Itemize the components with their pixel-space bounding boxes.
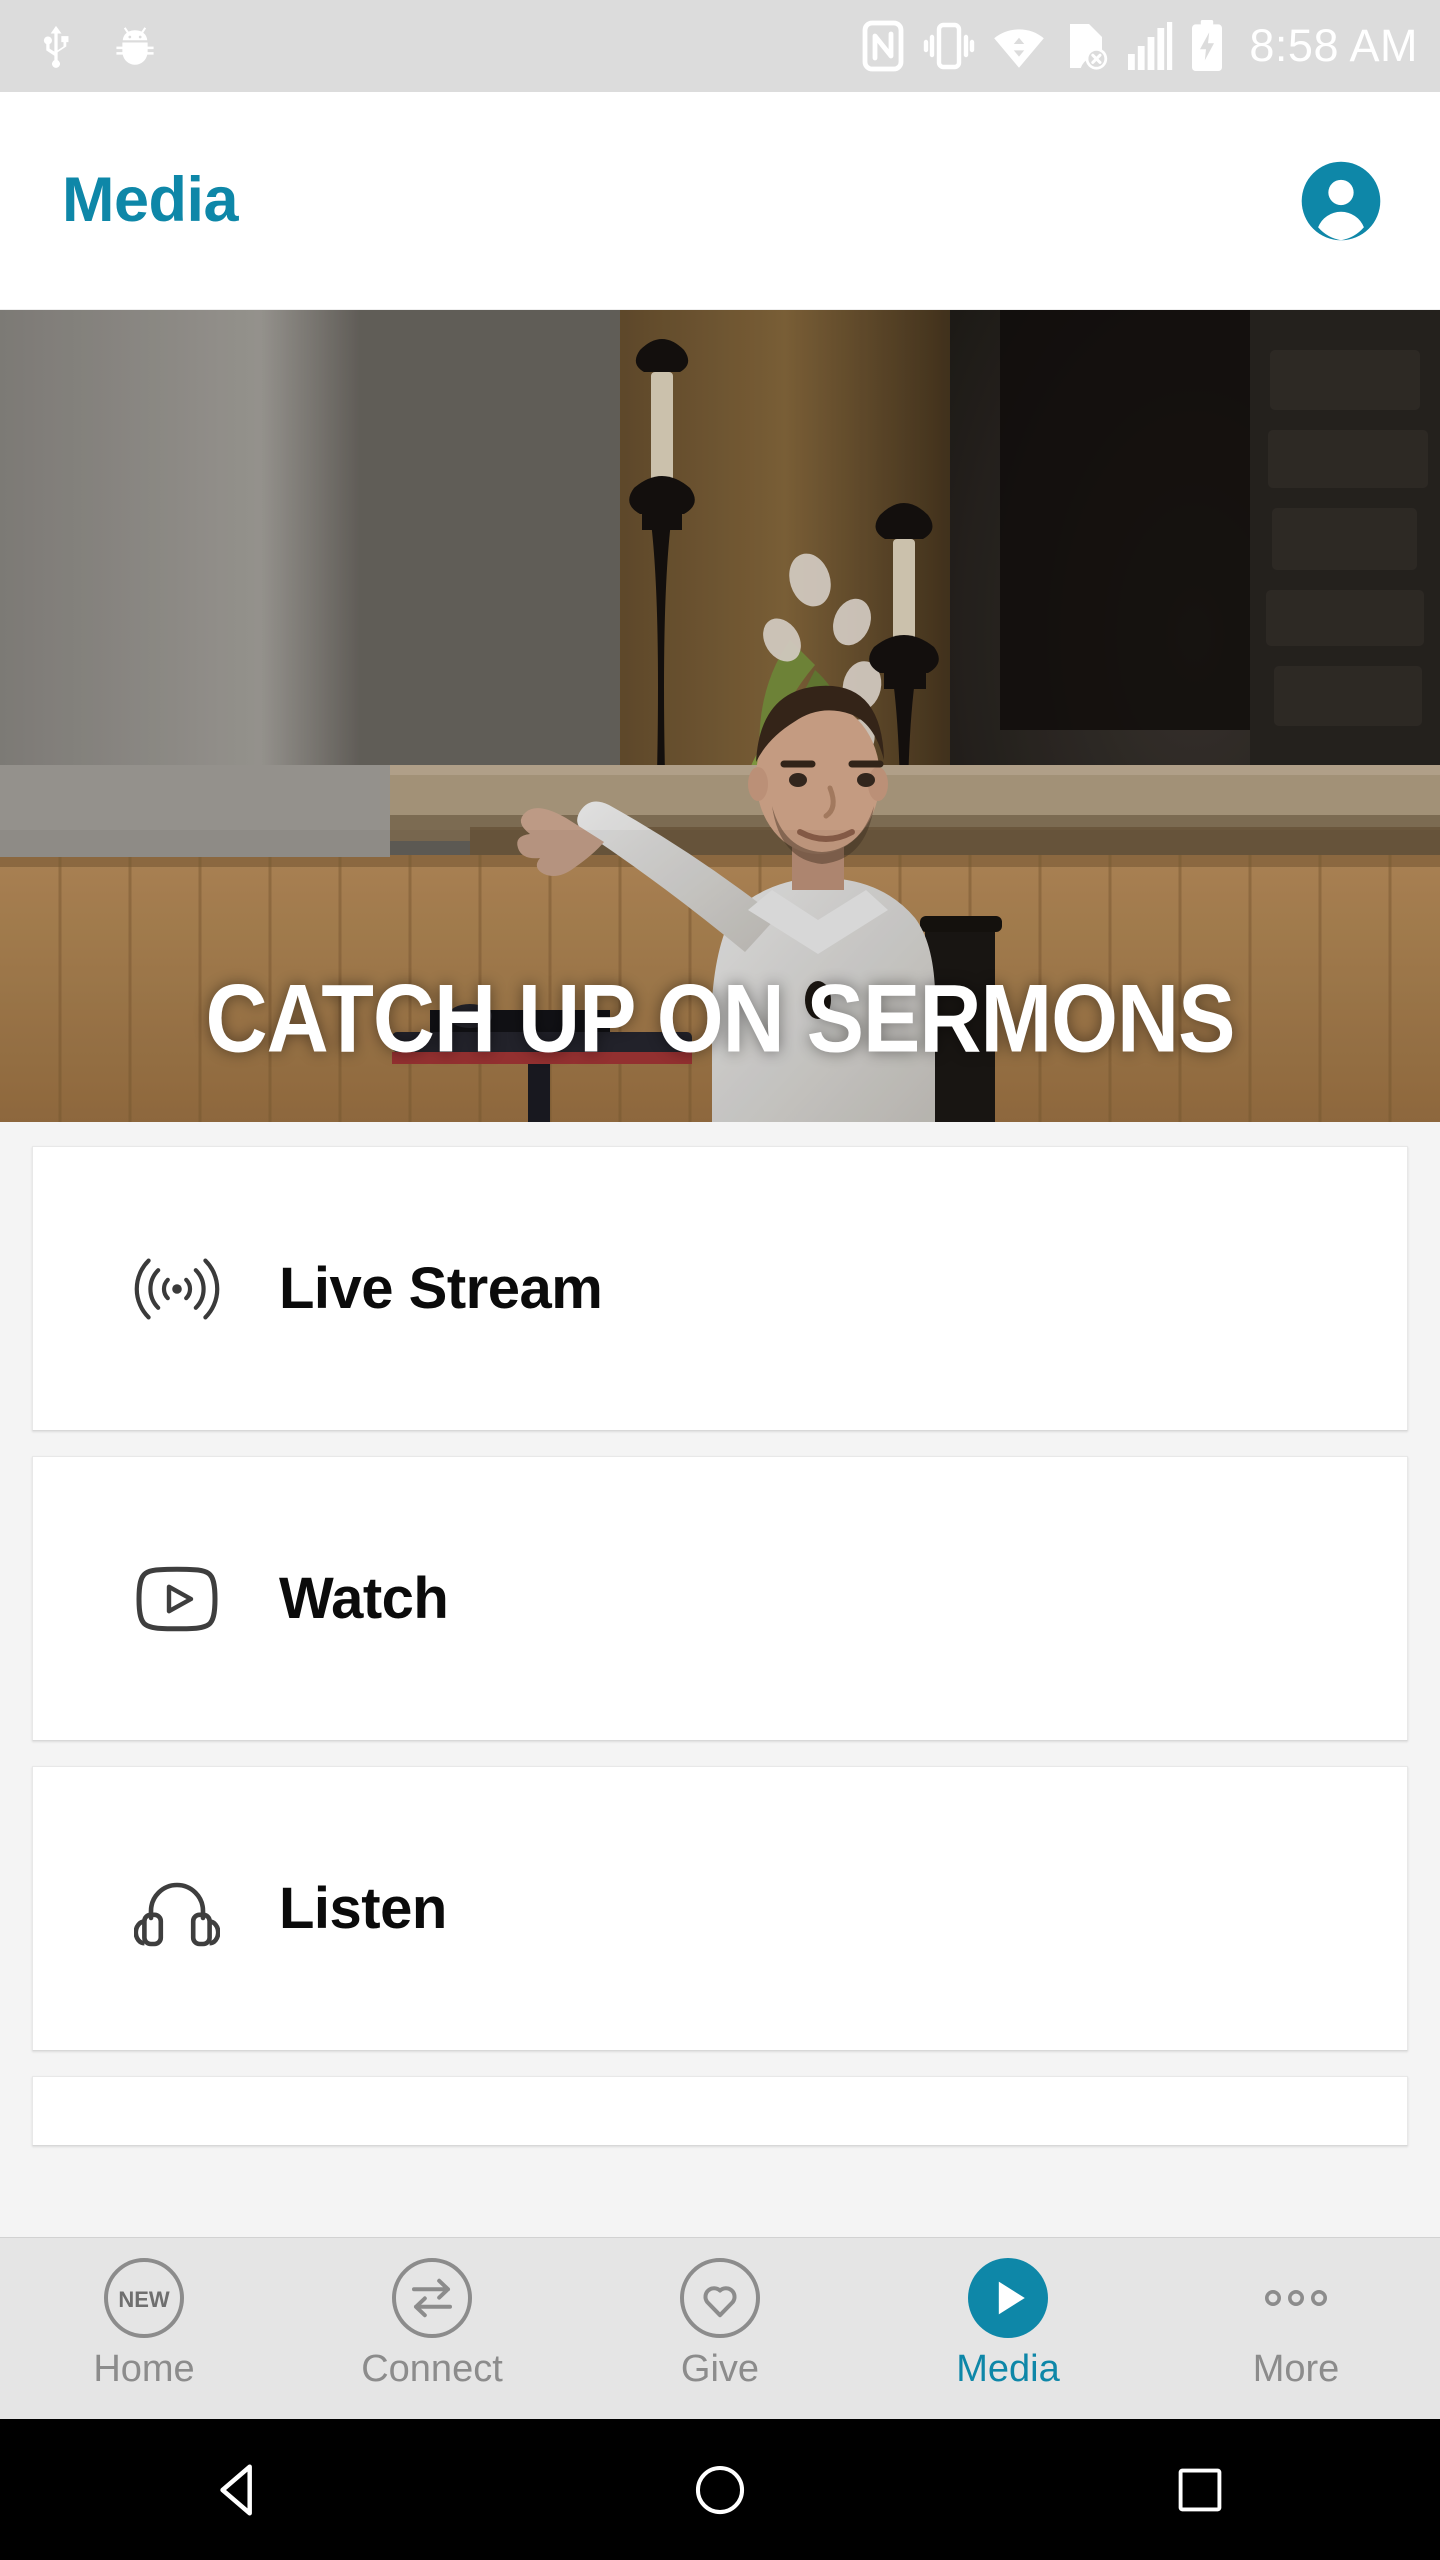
recents-button[interactable] [1120, 2419, 1280, 2560]
tab-home[interactable]: NEW Home [0, 2256, 288, 2388]
app-screen: 8:58 AM Media CATCH UP ON SERMONS Live S… [0, 0, 1440, 2560]
battery-charging-icon [1192, 20, 1223, 71]
tab-label: Give [680, 2348, 760, 2390]
tab-label: Home [93, 2348, 195, 2390]
home-button[interactable] [640, 2419, 800, 2560]
headphones-icon [131, 1866, 223, 1952]
hero-banner[interactable]: CATCH UP ON SERMONS [0, 310, 1440, 1122]
cellular-signal-icon [1128, 22, 1173, 70]
android-navigation-bar [0, 2419, 1440, 2560]
menu-item-label: Live Stream [279, 1256, 603, 1321]
nfc-icon [862, 20, 904, 72]
status-bar-left-icons [34, 23, 158, 69]
recents-square-icon [1178, 2468, 1222, 2511]
heart-outline-icon [678, 2256, 762, 2340]
broadcast-waves-icon [131, 1245, 223, 1333]
wifi-icon [994, 29, 1045, 68]
app-header: Media [0, 92, 1440, 310]
svg-text:NEW: NEW [118, 2287, 170, 2312]
back-button[interactable] [160, 2419, 320, 2560]
swap-arrows-icon [390, 2256, 474, 2340]
tab-more[interactable]: More [1152, 2256, 1440, 2388]
play-rectangle-icon [131, 1564, 223, 1634]
bottom-tab-bar: NEW Home Connect Give Media More [0, 2237, 1440, 2419]
status-bar: 8:58 AM [0, 0, 1440, 92]
sim-card-error-icon [1070, 24, 1108, 70]
menu-item-live-stream[interactable]: Live Stream [32, 1146, 1408, 1431]
tab-media[interactable]: Media [864, 2256, 1152, 2388]
android-debug-bug-icon [116, 27, 154, 65]
tab-label: More [1252, 2348, 1340, 2390]
vibrate-mode-icon [924, 22, 975, 70]
tab-connect[interactable]: Connect [288, 2256, 576, 2388]
three-dots-icon [1254, 2256, 1338, 2340]
status-bar-right-icons: 8:58 AM [861, 20, 1418, 72]
tab-label: Connect [361, 2348, 503, 2390]
usb-icon [43, 25, 69, 68]
page-title: Media [62, 165, 239, 235]
account-avatar-button[interactable] [1300, 160, 1382, 242]
home-circle-icon [695, 2465, 745, 2514]
tab-label: Media [956, 2348, 1060, 2390]
menu-item-watch[interactable]: Watch [32, 1456, 1408, 1741]
hero-headline: CATCH UP ON SERMONS [205, 965, 1236, 1073]
new-circle-icon: NEW [102, 2256, 186, 2340]
menu-item-label: Listen [279, 1876, 447, 1941]
play-filled-icon [966, 2256, 1050, 2340]
back-triangle-icon [220, 2464, 252, 2515]
account-avatar-icon [1301, 161, 1381, 240]
status-bar-clock: 8:58 AM [1249, 20, 1418, 71]
menu-item-next-partial[interactable] [32, 2076, 1408, 2146]
menu-item-label: Watch [279, 1566, 449, 1631]
menu-item-listen[interactable]: Listen [32, 1766, 1408, 2051]
tab-give[interactable]: Give [576, 2256, 864, 2388]
